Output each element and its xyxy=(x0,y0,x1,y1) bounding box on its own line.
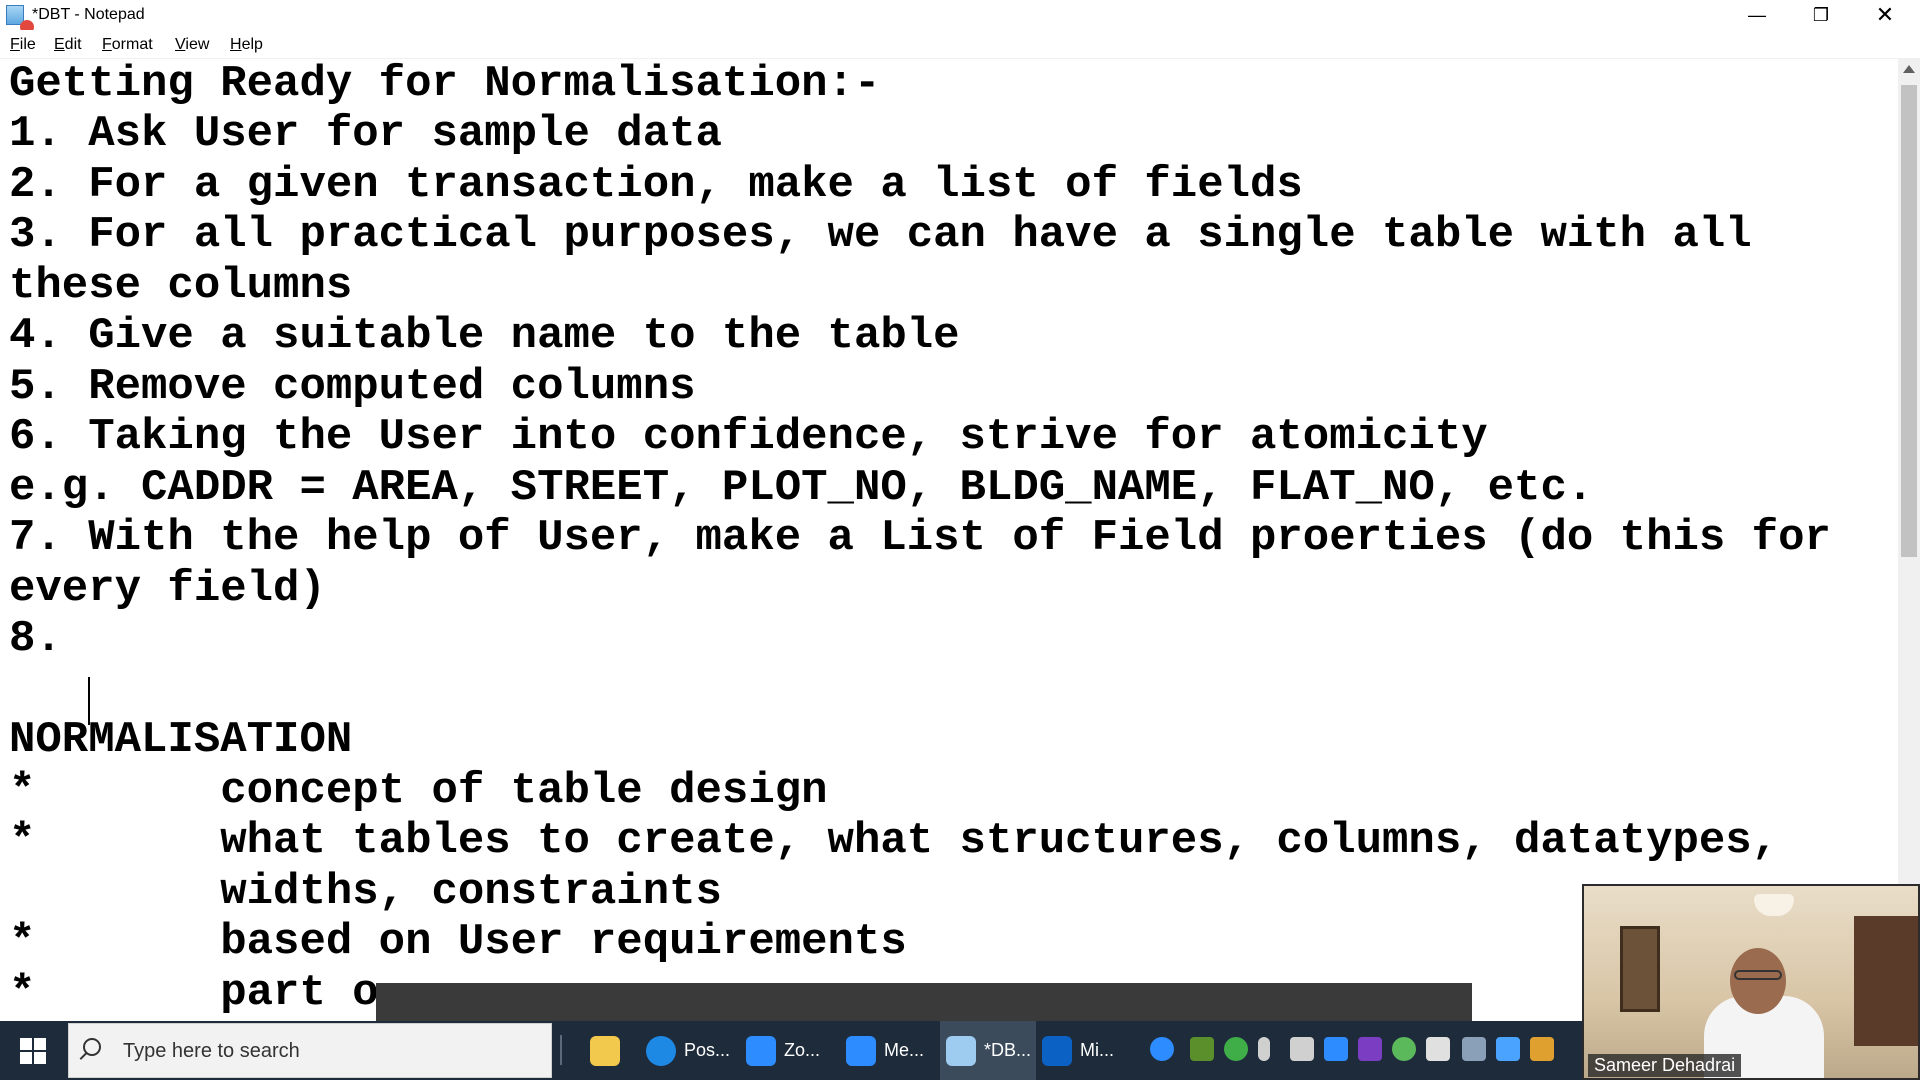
taskbar-separator xyxy=(560,1035,562,1065)
menu-help-accel: H xyxy=(230,36,242,53)
taskbar-app-label: Pos... xyxy=(684,1040,731,1060)
menu-help-label: elp xyxy=(241,36,263,53)
maximize-button[interactable]: ❐ xyxy=(1790,0,1852,30)
menu-edit-accel: E xyxy=(54,36,65,53)
file-explorer-icon xyxy=(590,1035,620,1066)
taskbar-app-label: Mi... xyxy=(1080,1040,1114,1060)
text-line: these columns xyxy=(9,261,353,311)
text-line: * what tables to create, what structures… xyxy=(9,816,1779,866)
search-icon xyxy=(83,1038,101,1056)
text-line: NORMALISATION xyxy=(9,715,353,765)
menu-bar: File Edit Format View Help xyxy=(0,30,1920,59)
participant-glasses xyxy=(1734,970,1782,980)
close-button[interactable]: ✕ xyxy=(1854,0,1916,30)
menu-file[interactable]: File xyxy=(10,36,36,54)
text-line: 4. Give a suitable name to the table xyxy=(9,311,960,361)
zoom-meeting-icon xyxy=(846,1035,876,1066)
text-line: e.g. CADDR = AREA, STREET, PLOT_NO, BLDG… xyxy=(9,463,1594,513)
notepad-icon xyxy=(946,1035,976,1066)
text-caret xyxy=(88,677,90,725)
taskbar-search-box[interactable]: Type here to search xyxy=(68,1023,552,1078)
taskbar: Type here to search Pos... Zo... Me... *… xyxy=(0,1021,1582,1080)
search-placeholder: Type here to search xyxy=(123,1040,300,1062)
menu-view[interactable]: View xyxy=(175,36,209,54)
taskbar-app-zoom[interactable]: Zo... xyxy=(746,1021,832,1080)
taskbar-app-file-explorer[interactable] xyxy=(590,1021,632,1080)
minimize-button[interactable]: — xyxy=(1726,0,1788,30)
menu-format-accel: F xyxy=(102,36,112,53)
taskbar-app-edge[interactable]: Pos... xyxy=(646,1021,734,1080)
zoom-icon xyxy=(746,1035,776,1066)
text-line: 5. Remove computed columns xyxy=(9,362,696,412)
menu-edit[interactable]: Edit xyxy=(54,36,82,54)
menu-edit-label: dit xyxy=(64,36,82,53)
text-line: 3. For all practical purposes, we can ha… xyxy=(9,210,1752,260)
text-line: * based on User requirements xyxy=(9,917,907,967)
menu-file-accel: F xyxy=(10,36,20,53)
taskbar-app-label: *DB... xyxy=(984,1040,1032,1060)
help-icon[interactable] xyxy=(1150,1037,1174,1061)
wall-frame xyxy=(1620,926,1660,1012)
whiteboard-icon xyxy=(1042,1035,1072,1066)
text-line: * part o xyxy=(9,968,379,1018)
text-line: 2. For a given transaction, make a list … xyxy=(9,160,1303,210)
taskbar-app-notepad[interactable]: *DB... xyxy=(940,1021,1036,1080)
title-bar: *DBT - Notepad — ❐ ✕ xyxy=(0,0,1920,34)
scrollbar-thumb[interactable] xyxy=(1901,85,1917,557)
taskbar-app-label: Zo... xyxy=(784,1040,821,1060)
menu-file-label: ile xyxy=(19,36,36,53)
windows-logo-icon xyxy=(20,1037,46,1064)
webcam-video-tile[interactable]: Sameer Dehadrai xyxy=(1582,884,1920,1080)
sync-icon[interactable] xyxy=(1392,1037,1416,1061)
bluetooth-icon[interactable] xyxy=(1496,1037,1520,1061)
app-icon[interactable] xyxy=(1530,1037,1554,1061)
text-line: 8. xyxy=(9,614,89,664)
taskbar-app-whiteboard[interactable]: Mi... xyxy=(1042,1021,1134,1080)
start-button[interactable] xyxy=(0,1021,66,1080)
participant-name: Sameer Dehadrai xyxy=(1588,1054,1742,1077)
network-icon[interactable] xyxy=(1462,1037,1486,1061)
shelf xyxy=(1854,916,1918,1046)
text-line: every field) xyxy=(9,564,326,614)
folder-icon[interactable] xyxy=(1290,1037,1314,1061)
ceiling-lamp xyxy=(1754,894,1794,916)
vertical-scrollbar[interactable] xyxy=(1898,59,1920,1021)
text-line: Getting Ready for Normalisation:- xyxy=(9,59,881,109)
edge-browser-icon xyxy=(646,1035,676,1066)
onenote-icon[interactable] xyxy=(1358,1037,1382,1061)
taskbar-app-label: Me... xyxy=(884,1040,925,1060)
nvidia-icon[interactable] xyxy=(1190,1037,1214,1061)
scroll-up-arrow-icon[interactable] xyxy=(1903,65,1915,73)
menu-view-label: iew xyxy=(185,36,210,53)
text-line: widths, constraints xyxy=(9,867,722,917)
menu-format-label: ormat xyxy=(111,36,153,53)
participant-head xyxy=(1730,948,1786,1014)
menu-help[interactable]: Help xyxy=(230,36,263,54)
menu-view-accel: V xyxy=(175,36,186,53)
microphone-icon[interactable] xyxy=(1258,1037,1270,1061)
shield-icon[interactable] xyxy=(1426,1037,1450,1061)
taskbar-app-zoom-meeting[interactable]: Me... xyxy=(846,1021,936,1080)
text-line: 6. Taking the User into confidence, stri… xyxy=(9,412,1488,462)
video-icon[interactable] xyxy=(1324,1037,1348,1061)
text-editor[interactable]: Getting Ready for Normalisation:- 1. Ask… xyxy=(0,59,1898,1021)
check-icon[interactable] xyxy=(1224,1037,1248,1061)
screen-share-overlay-bar xyxy=(376,983,1472,1021)
menu-format[interactable]: Format xyxy=(102,36,153,54)
text-line: 1. Ask User for sample data xyxy=(9,109,722,159)
text-line: * concept of table design xyxy=(9,766,828,816)
text-line: 7. With the help of User, make a List of… xyxy=(9,513,1831,563)
window-title: *DBT - Notepad xyxy=(32,6,145,23)
